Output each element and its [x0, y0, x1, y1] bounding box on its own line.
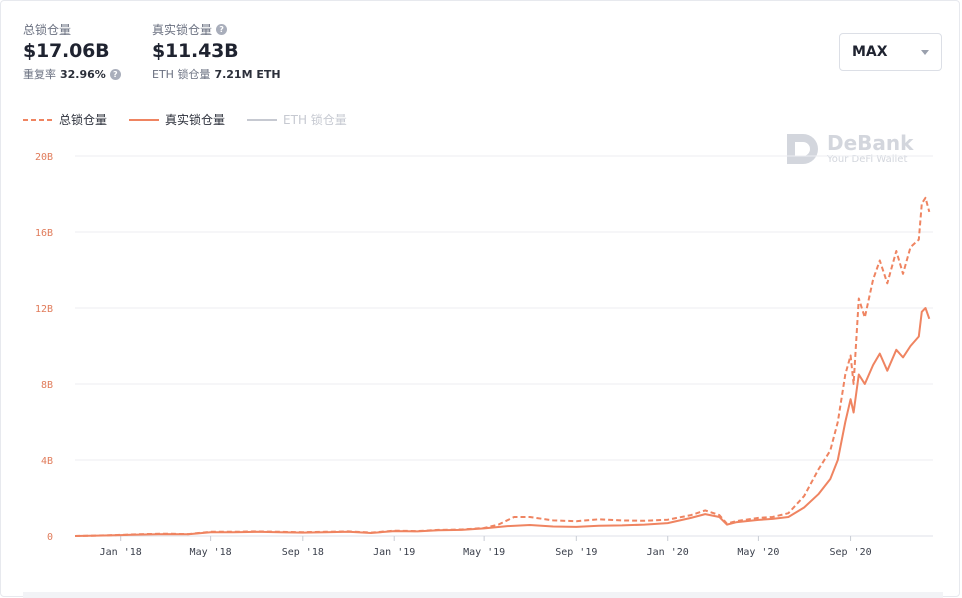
real-tvl-value: $11.43B [152, 40, 239, 62]
total-tvl-stat: 总锁仓量 $17.06B 重复率 32.96% ? [23, 21, 121, 82]
chart-series [74, 196, 931, 537]
chart-grid [75, 155, 933, 537]
real-tvl-stat: 真实锁仓量 ? $11.43B ETH 锁仓量 7.21M ETH [152, 21, 281, 82]
legend-label: 总锁仓量 [59, 113, 108, 127]
x-tick-label: Sep '19 [555, 547, 597, 558]
bottom-strip [23, 592, 943, 598]
solid-line-icon [247, 118, 278, 121]
y-tick-label: 12B [35, 304, 53, 315]
duplicate-rate: 重复率 32.96% ? [23, 66, 121, 82]
eth-locked-label: ETH 锁仓量 [152, 68, 211, 81]
y-tick-label: 8B [41, 380, 53, 391]
x-axis: Jan '18 May '18 Sep '18 Jan '19 May '19 Sep '… [100, 536, 872, 558]
y-tick-label: 0 [47, 532, 53, 543]
x-tick-label: May '18 [190, 547, 232, 558]
tvl-line-chart: 04B8B12B16B20B Jan '18 May '18 Sep '18 Jan … [35, 152, 933, 558]
x-tick-label: Sep '18 [282, 547, 324, 558]
real-tvl-label-text: 真实锁仓量 [152, 23, 213, 37]
help-icon[interactable]: ? [216, 24, 228, 35]
legend-label: 真实锁仓量 [165, 113, 226, 127]
help-icon[interactable]: ? [109, 68, 121, 80]
y-tick-label: 4B [41, 456, 53, 467]
total-tvl-value: $17.06B [23, 40, 110, 62]
duplicate-rate-label: 重复率 [23, 68, 56, 81]
total-tvl-label-text: 总锁仓量 [23, 23, 72, 37]
x-tick-label: May '20 [737, 547, 779, 558]
x-tick-label: Jan '19 [373, 547, 415, 558]
x-tick-label: Jan '18 [100, 547, 142, 558]
legend-item-real[interactable]: 真实锁仓量 [129, 111, 225, 128]
x-tick-label: Sep '20 [829, 547, 871, 558]
total-tvl-label: 总锁仓量 [23, 21, 121, 38]
x-tick-label: Jan '20 [647, 547, 689, 558]
solid-line-icon [129, 118, 160, 121]
legend-label: ETH 锁仓量 [283, 113, 347, 127]
eth-locked: ETH 锁仓量 7.21M ETH [152, 66, 281, 82]
y-tick-label: 20B [35, 152, 53, 163]
y-tick-label: 16B [35, 228, 53, 239]
chevron-down-icon [921, 50, 929, 55]
tvl-chart-card: 总锁仓量 $17.06B 重复率 32.96% ? 真实锁仓量 ? $11.43… [0, 0, 960, 598]
series-line-total [74, 196, 931, 537]
eth-locked-value: 7.21M ETH [214, 67, 281, 81]
duplicate-rate-value: 32.96% [60, 67, 106, 81]
time-range-select[interactable]: MAX [839, 33, 942, 71]
series-line-real [74, 307, 931, 537]
x-tick-label: May '19 [463, 547, 505, 558]
time-range-value: MAX [852, 44, 888, 60]
legend-item-total[interactable]: 总锁仓量 [23, 111, 107, 128]
dashed-line-icon [23, 118, 53, 121]
legend-item-eth[interactable]: ETH 锁仓量 [247, 111, 347, 128]
real-tvl-label: 真实锁仓量 ? [152, 21, 281, 38]
chart-legend: 总锁仓量 真实锁仓量 ETH 锁仓量 [23, 111, 369, 128]
y-axis: 0 4B 8B 12B 16B 20B [35, 152, 53, 543]
